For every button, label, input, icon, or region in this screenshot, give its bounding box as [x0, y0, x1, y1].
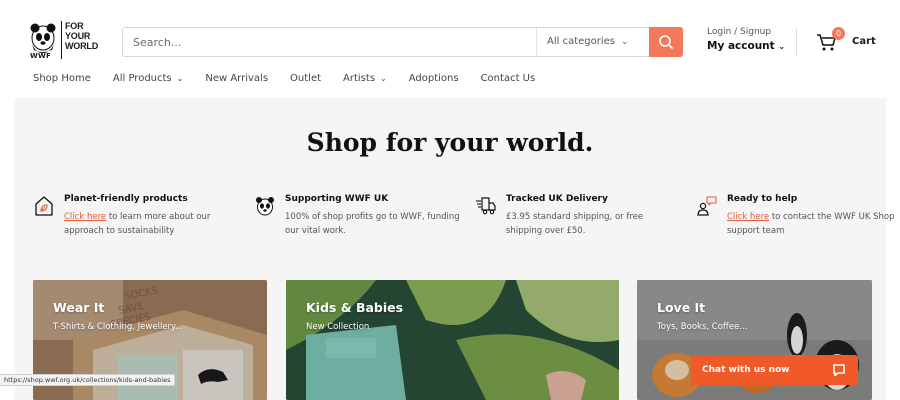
chevron-down-icon: ⌄: [621, 37, 629, 47]
logo-line-for: FOR: [65, 21, 84, 31]
feature-description: Click here to learn more about our appro…: [64, 210, 239, 238]
nav-adoptions[interactable]: Adoptions: [409, 73, 459, 84]
support-chat-icon: [697, 196, 717, 216]
main-nav: Shop Home All Products ⌄ New Arrivals Out…: [33, 73, 557, 84]
feature-description: Click here to contact the WWF UK Shop su…: [727, 210, 900, 238]
nav-label: Adoptions: [408, 73, 459, 84]
card-title: Love It: [657, 300, 706, 315]
logo-divider: [61, 21, 62, 59]
logo-line-your: YOUR: [65, 31, 91, 41]
my-account-dropdown[interactable]: My account ⌄: [707, 40, 785, 52]
nav-label: New Arrivals: [205, 73, 269, 84]
kids-babies-image: [286, 280, 619, 400]
wwf-logo[interactable]: WWF FOR YOUR WORLD: [30, 18, 100, 62]
search-input[interactable]: [133, 28, 513, 56]
chat-label: Chat with us now: [702, 365, 790, 375]
search-icon: [659, 35, 673, 49]
nav-shop-home[interactable]: Shop Home: [33, 73, 91, 84]
my-account-label: My account: [707, 40, 775, 52]
page-title: Shop for your world.: [306, 128, 594, 157]
nav-label: Outlet: [290, 73, 322, 84]
card-title: Kids & Babies: [306, 300, 404, 315]
learn-more-link[interactable]: Click here: [64, 212, 106, 222]
chevron-down-icon: ⌄: [778, 42, 786, 51]
login-signup-link[interactable]: Login / Signup: [707, 27, 785, 37]
nav-outlet[interactable]: Outlet: [290, 73, 321, 84]
chevron-down-icon: ⌄: [176, 74, 184, 83]
account-menu[interactable]: Login / Signup My account ⌄: [707, 27, 785, 52]
feature-title: Ready to help: [727, 194, 798, 204]
cart-count-badge: 0: [832, 27, 845, 40]
feature-title: Tracked UK Delivery: [506, 194, 608, 204]
feature-description: 100% of shop profits go to WWF, funding …: [285, 212, 460, 236]
cart-label: Cart: [852, 36, 876, 47]
header-divider: [796, 28, 797, 56]
logo-tagline: FOR YOUR WORLD: [65, 21, 98, 51]
chat-widget-button[interactable]: Chat with us now: [691, 355, 858, 385]
nav-new-arrivals[interactable]: New Arrivals: [205, 73, 268, 84]
cart-button[interactable]: 0 Cart: [816, 27, 886, 56]
search-category-divider: [536, 28, 537, 56]
nav-label: Artists: [343, 73, 376, 84]
feature-title: Supporting WWF UK: [285, 194, 389, 204]
category-select[interactable]: All categories ⌄: [547, 36, 629, 47]
wwf-logo-text: WWF: [30, 52, 52, 60]
search-bar: All categories ⌄: [122, 27, 683, 57]
nav-label: Shop Home: [33, 73, 91, 84]
nav-label: All Products: [112, 73, 172, 84]
panda-logo-icon: [30, 23, 56, 53]
nav-contact-us[interactable]: Contact Us: [481, 73, 536, 84]
nav-label: Contact Us: [480, 73, 536, 84]
feature-description: £3.95 standard shipping, or free shippin…: [506, 212, 644, 236]
site-header: WWF FOR YOUR WORLD All categories ⌄ Login…: [0, 0, 900, 98]
nav-all-products[interactable]: All Products ⌄: [113, 73, 183, 84]
card-subtitle: Toys, Books, Coffee...: [657, 322, 748, 332]
card-subtitle: New Collection: [306, 322, 370, 332]
nav-artists[interactable]: Artists ⌄: [343, 73, 387, 84]
search-button[interactable]: [649, 27, 683, 57]
chat-bubble-icon: [833, 364, 845, 377]
panda-icon: [256, 197, 274, 216]
category-select-label: All categories: [547, 36, 615, 47]
category-card-kids-babies[interactable]: Kids & Babies New Collection: [286, 280, 619, 400]
chevron-down-icon: ⌄: [380, 74, 387, 83]
card-subtitle: T-Shirts & Clothing, Jewellery...: [53, 322, 183, 332]
logo-line-world: WORLD: [65, 41, 98, 51]
leaf-house-icon: [35, 196, 53, 216]
browser-status-url: https://shop.wwf.org.uk/collections/kids…: [0, 374, 176, 386]
delivery-truck-icon: [476, 197, 496, 215]
card-title: Wear It: [53, 300, 105, 315]
contact-support-link[interactable]: Click here: [727, 212, 769, 222]
feature-title: Planet-friendly products: [64, 194, 188, 204]
